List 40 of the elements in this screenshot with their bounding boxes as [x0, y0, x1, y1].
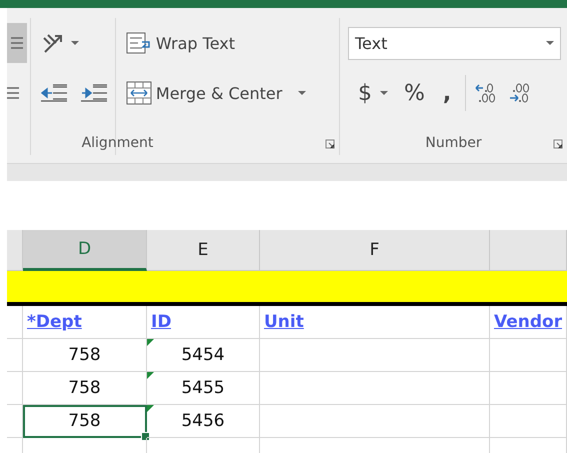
increase-decimal-icon: [474, 82, 496, 104]
dialog-launcher-icon[interactable]: [325, 139, 335, 149]
caret-icon: [298, 90, 306, 96]
table-cell: 758: [23, 405, 147, 438]
column-header[interactable]: D: [23, 230, 147, 271]
header-link[interactable]: *Dept: [27, 312, 82, 332]
align-button[interactable]: [7, 23, 27, 63]
wrap-text-icon: [126, 32, 152, 54]
error-indicator-icon: [147, 405, 154, 412]
header-link[interactable]: ID: [151, 312, 172, 332]
decrease-decimal-icon: [508, 82, 530, 104]
currency-button[interactable]: $: [354, 76, 376, 110]
table-cell: 758: [23, 339, 147, 372]
caret-icon: [546, 40, 554, 46]
decrease-indent-icon: [40, 84, 67, 102]
column-header[interactable]: F: [260, 230, 490, 271]
increase-indent-icon: [80, 84, 107, 102]
column-header[interactable]: E: [147, 230, 260, 271]
caret-icon: [380, 90, 388, 96]
caret-icon: [70, 40, 79, 46]
wrap-text-button[interactable]: Wrap Text: [122, 28, 239, 58]
header-link[interactable]: Vendor: [494, 312, 562, 332]
align-icon: [11, 36, 23, 50]
merge-center-icon: [126, 81, 152, 105]
table-cell: 5456: [147, 405, 260, 438]
dialog-launcher-icon[interactable]: [553, 139, 563, 149]
group-label: Number: [425, 135, 482, 151]
table-cell: 5455: [147, 372, 260, 405]
group-label: Alignment: [82, 135, 154, 151]
header-link[interactable]: Unit: [264, 312, 304, 332]
align-icon: [7, 86, 19, 100]
merge-center-button[interactable]: Merge & Center: [122, 77, 310, 109]
fill-handle[interactable]: [141, 432, 150, 441]
error-indicator-icon: [147, 372, 154, 379]
table-cell: 5454: [147, 339, 260, 372]
percent-button[interactable]: %: [400, 76, 429, 110]
table-cell: 758: [23, 372, 147, 405]
comma-button[interactable]: ,: [438, 76, 456, 110]
number-format-dropdown[interactable]: Text: [348, 26, 561, 60]
error-indicator-icon: [147, 339, 154, 346]
